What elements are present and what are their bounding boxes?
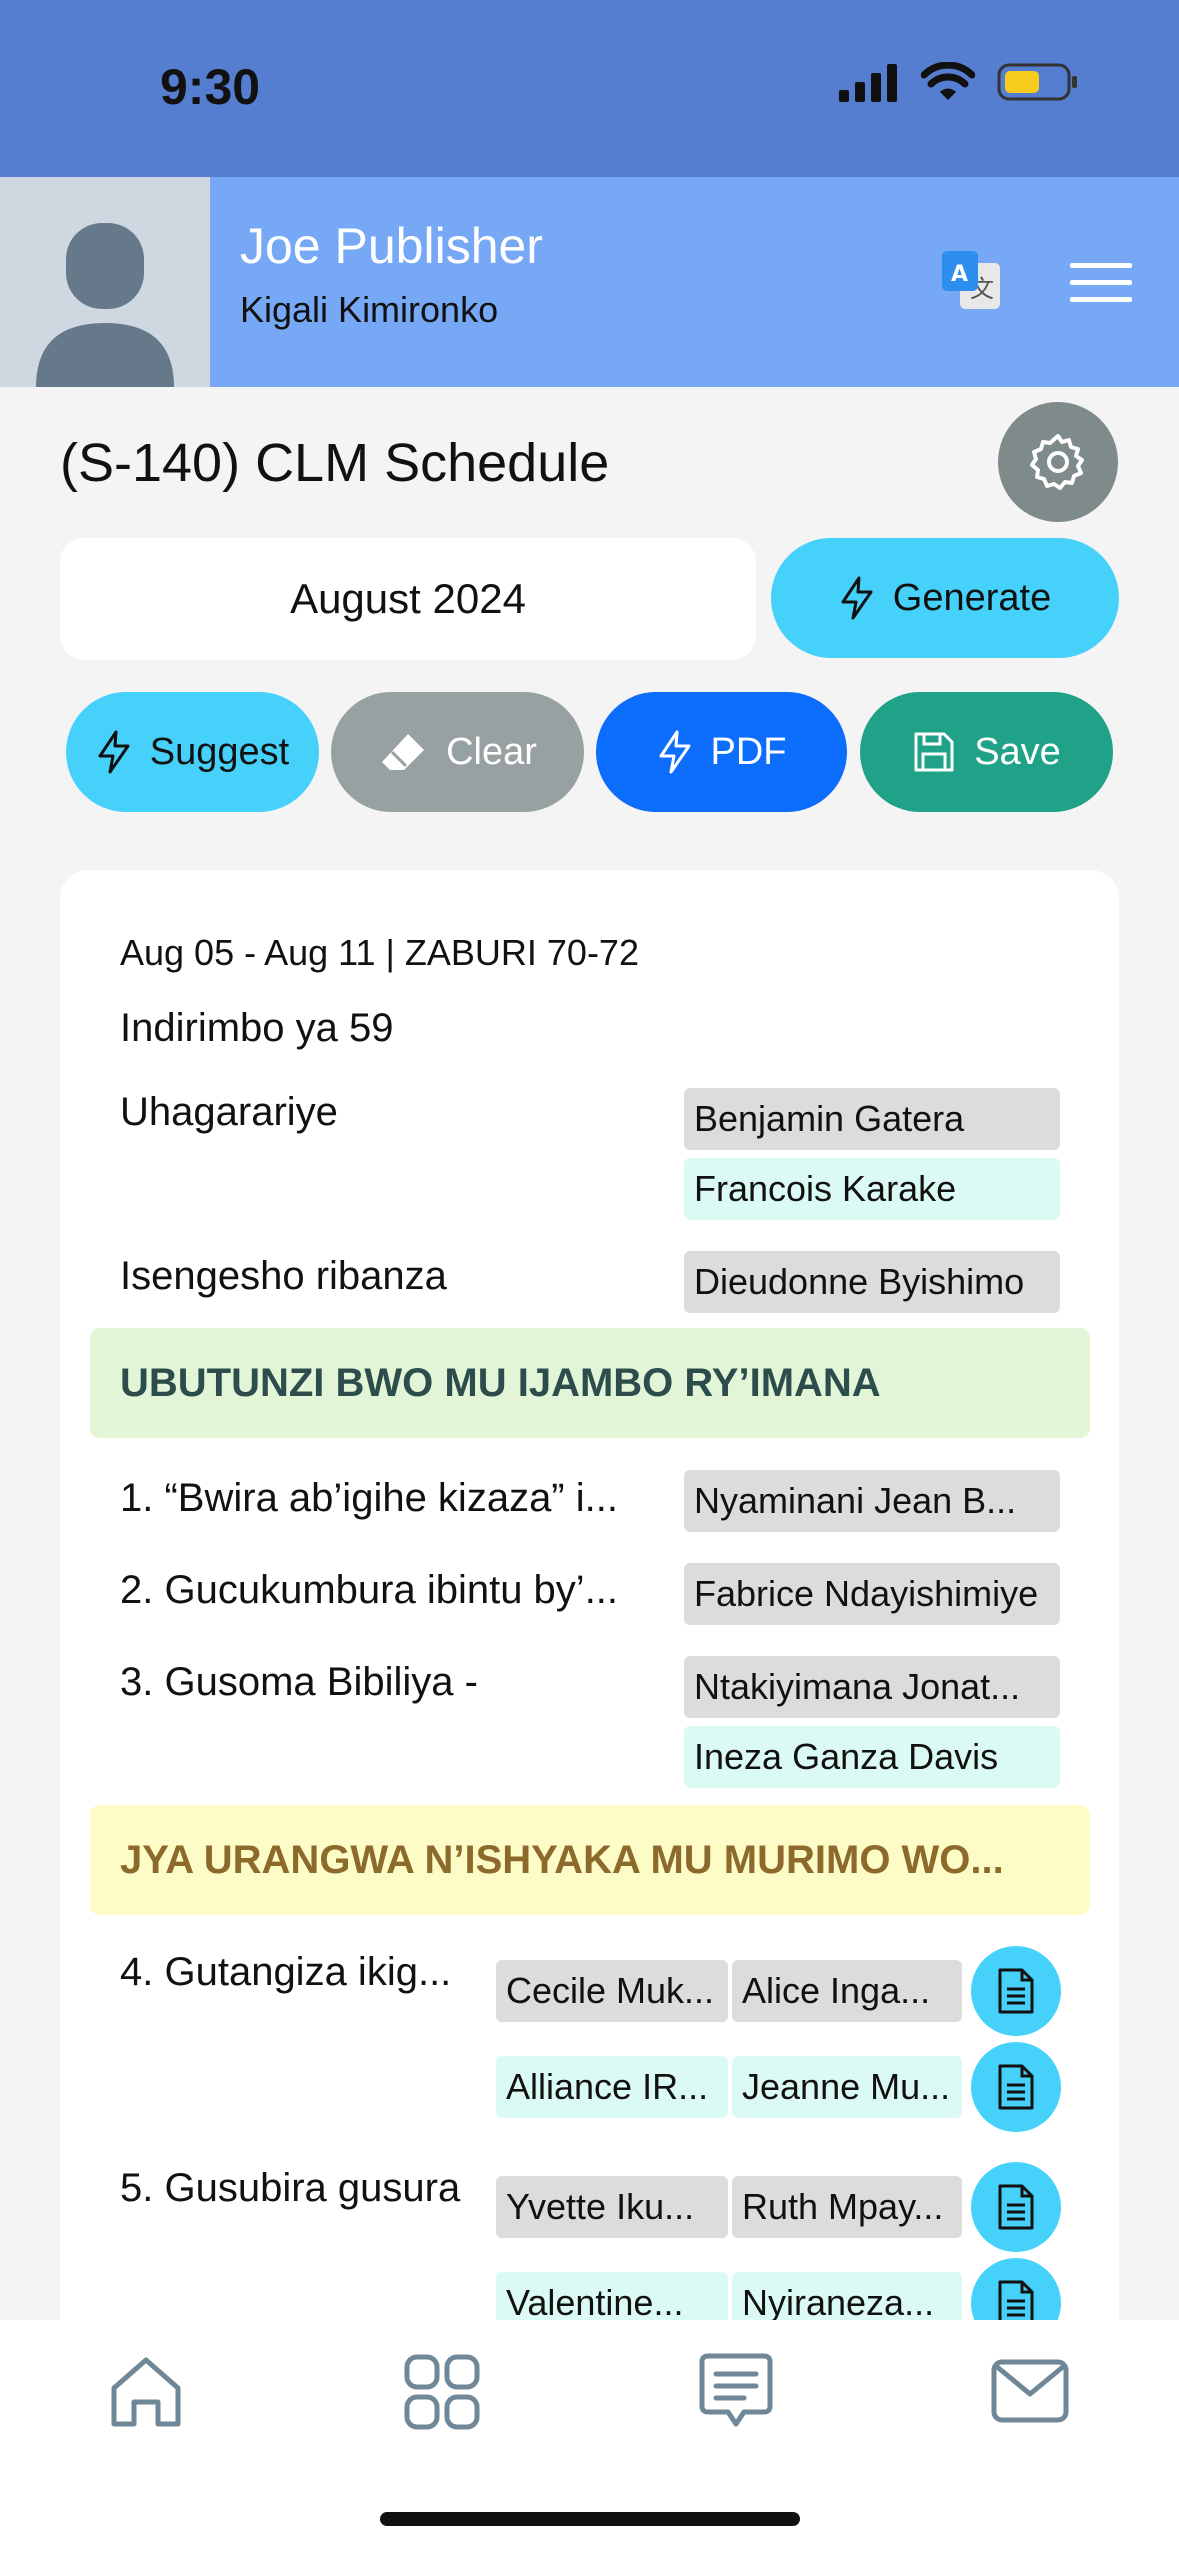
assignee-chip[interactable]: Dieudonne Byishimo [684,1251,1060,1313]
save-label: Save [974,730,1061,773]
student-chip[interactable]: Alliance IR... [496,2056,728,2118]
suggest-label: Suggest [149,730,290,773]
pdf-label: PDF [710,730,787,773]
chairman-label: Uhagarariye [120,1090,338,1134]
wifi-icon [921,62,975,100]
part-label: 2. Gucukumbura ibintu by’... [120,1568,619,1612]
app-header: Joe Publisher Kigali Kimironko 文 A [0,177,1179,387]
section-header-ministry: JYA URANGWA N’ISHYAKA MU MURIMO WO... [90,1805,1090,1915]
assignee-chip[interactable]: Francois Karake [684,1158,1060,1220]
part-label: 5. Gusubira gusura [120,2166,461,2210]
mail-icon[interactable] [990,2352,1070,2432]
assignee-chip[interactable]: Fabrice Ndayishimiye [684,1563,1060,1625]
settings-button[interactable] [998,402,1118,522]
schedule-card: Aug 05 - Aug 11 | ZABURI 70-72 Indirimbo… [60,870,1119,2370]
part-label: 1. “Bwira ab’igihe kizaza” i... [120,1476,618,1520]
svg-text:A: A [951,262,968,287]
user-location: Kigali Kimironko [240,289,499,330]
month-selector[interactable]: August 2024 [60,538,756,660]
grid-icon[interactable] [402,2352,482,2432]
gear-icon [1030,434,1084,490]
document-icon [998,2184,1034,2230]
student-chip[interactable]: Yvette Iku... [496,2176,728,2238]
floppy-disk-icon [914,732,954,772]
document-button[interactable] [971,1946,1061,2036]
part-label: 4. Gutangiza ikig... [120,1950,452,1994]
status-bar: 9:30 [0,0,1179,177]
student-chip[interactable]: Cecile Muk... [496,1960,728,2022]
home-indicator [380,2512,800,2526]
clear-label: Clear [446,730,537,773]
assistant-chip[interactable]: Ruth Mpay... [732,2176,962,2238]
eraser-icon [382,734,425,770]
document-icon [998,2064,1034,2110]
lightning-icon [98,730,130,774]
document-button[interactable] [971,2042,1061,2132]
battery-icon [997,63,1077,101]
status-time: 9:30 [160,59,261,115]
part-label: 3. Gusoma Bibiliya - [120,1660,478,1704]
week-header: Aug 05 - Aug 11 | ZABURI 70-72 [120,932,639,973]
pdf-button[interactable]: PDF [596,692,847,812]
song-label: Indirimbo ya 59 [120,1006,394,1050]
assignee-chip[interactable]: Ntakiyimana Jonat... [684,1656,1060,1718]
lightning-icon [659,730,690,774]
generate-label: Generate [892,576,1052,619]
home-icon[interactable] [106,2352,186,2432]
assignee-chip[interactable]: Nyaminani Jean B... [684,1470,1060,1532]
document-icon [998,1968,1034,2014]
user-silhouette-icon [36,223,174,387]
section-header-treasures: UBUTUNZI BWO MU IJAMBO RY’IMANA [90,1328,1090,1438]
document-button[interactable] [971,2162,1061,2252]
assistant-chip[interactable]: Jeanne Mu... [732,2056,962,2118]
suggest-button[interactable]: Suggest [66,692,319,812]
translate-icon[interactable]: 文 A [940,249,1004,313]
status-icons [839,62,1079,102]
clear-button[interactable]: Clear [331,692,584,812]
generate-button[interactable]: Generate [771,538,1119,658]
signal-icon [839,64,897,102]
user-name: Joe Publisher [240,218,543,274]
save-button[interactable]: Save [860,692,1113,812]
opening-prayer-label: Isengesho ribanza [120,1254,447,1298]
chat-icon[interactable] [696,2352,776,2432]
assignee-chip[interactable]: Benjamin Gatera [684,1088,1060,1150]
hamburger-menu-icon[interactable] [1070,263,1132,303]
page-title: (S-140) CLM Schedule [60,433,610,493]
avatar[interactable] [0,177,210,387]
assistant-chip[interactable]: Alice Inga... [732,1960,962,2022]
assignee-chip[interactable]: Ineza Ganza Davis [684,1726,1060,1788]
lightning-icon [841,576,873,620]
